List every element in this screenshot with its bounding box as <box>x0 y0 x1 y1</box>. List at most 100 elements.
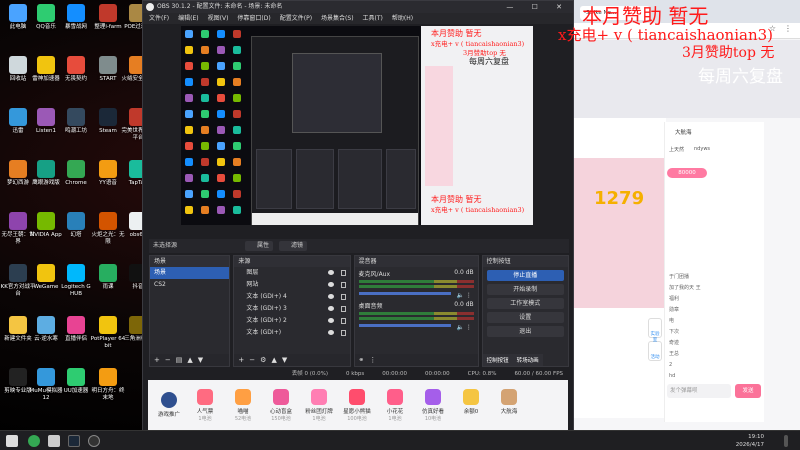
chrome-taskbar-icon[interactable] <box>28 435 40 447</box>
lock-icon[interactable] <box>340 330 346 336</box>
mixer-menu-icon[interactable]: ⋮ <box>369 356 376 364</box>
gift-item[interactable]: 心动盲盒 150电池 <box>266 388 296 422</box>
visibility-icon[interactable] <box>327 318 334 323</box>
speaker-icon[interactable]: 🔈 <box>455 324 463 331</box>
user-name[interactable]: 上天然 <box>669 146 684 153</box>
game-promo[interactable]: 游戏推广 <box>154 392 184 418</box>
send-button[interactable]: 发送 <box>735 384 761 398</box>
controls-tab[interactable]: 转场动画 <box>512 354 543 366</box>
menu-item[interactable]: 场景集合(S) <box>321 13 354 24</box>
add-scene-icon[interactable]: + <box>154 356 160 364</box>
desktop-icon[interactable]: Chrome <box>58 160 94 187</box>
source-item[interactable]: 文本 (GDI+) 4 <box>234 291 349 303</box>
control-button[interactable]: 工作室模式 <box>486 298 564 309</box>
lock-icon[interactable] <box>340 270 346 276</box>
app-taskbar-icon[interactable] <box>48 435 60 447</box>
menu-item[interactable]: 工具(T) <box>363 13 383 24</box>
source-item[interactable]: 网站 <box>234 279 349 291</box>
scene-filter-icon[interactable]: ▤ <box>176 356 183 364</box>
preview-desktop-icon <box>185 78 193 86</box>
browser-menu-icon[interactable]: ⋮ <box>784 24 792 33</box>
obs-taskbar-icon[interactable] <box>88 435 100 447</box>
volume-slider[interactable] <box>358 324 451 327</box>
source-item[interactable]: 图层 <box>234 267 349 279</box>
gift-item[interactable]: 小花花 1电池 <box>380 388 410 422</box>
menu-item[interactable]: 视图(V) <box>208 13 229 24</box>
source-down-icon[interactable]: ▼ <box>282 356 287 364</box>
source-item[interactable]: 文本 (GDI+) 3 <box>234 303 349 315</box>
desktop-icon[interactable]: 无畏契约 <box>58 56 94 83</box>
desktop-icon[interactable]: 幻塔 <box>58 212 94 239</box>
gift-icon <box>273 388 289 405</box>
desktop-icon[interactable]: 暴雪战网 <box>58 4 94 31</box>
menu-item[interactable]: 配置文件(P) <box>280 13 312 24</box>
speaker-icon[interactable]: 🔈 <box>455 292 463 299</box>
volume-slider[interactable] <box>358 292 451 295</box>
gift-item[interactable]: 大航海 <box>494 388 524 422</box>
source-up-icon[interactable]: ▲ <box>271 356 276 364</box>
visibility-icon[interactable] <box>327 306 334 311</box>
gear-icon[interactable]: ⋮ <box>464 324 472 331</box>
start-icon[interactable] <box>6 435 18 447</box>
chat-input[interactable]: 发个弹幕呗 <box>667 384 731 398</box>
remove-source-icon[interactable]: − <box>249 356 255 364</box>
filters-button[interactable]: 滤镜 <box>279 241 308 251</box>
desktop-icon[interactable]: Logitech G HUB <box>58 264 94 298</box>
no-source-label: 未选择源 <box>153 242 178 249</box>
remove-scene-icon[interactable]: − <box>165 356 171 364</box>
desktop-icon[interactable]: 直播伴侣 <box>58 316 94 343</box>
menu-item[interactable]: 文件(F) <box>149 13 169 24</box>
move-up-icon[interactable]: ▲ <box>187 356 192 364</box>
gift-item[interactable]: 粉丝团灯牌 1电池 <box>304 388 334 422</box>
level-meter <box>358 285 474 288</box>
window-controls[interactable]: — ☐ ✕ <box>506 1 570 13</box>
preview-panel-controls <box>386 149 416 209</box>
gift-icon <box>463 388 479 405</box>
mixer-link-icon[interactable]: ⚭ <box>359 356 365 364</box>
menu-item[interactable]: 帮助(H) <box>392 13 413 24</box>
obs-preview[interactable]: 本月赞助 暂无 x充电+ v ( tiancaishaonian3) 3月赞助t… <box>181 26 533 225</box>
control-button[interactable]: 退出 <box>486 326 564 337</box>
add-source-icon[interactable]: + <box>238 356 244 364</box>
gear-icon[interactable]: ⋮ <box>464 292 472 299</box>
source-item[interactable]: 文本 (GDI+) <box>234 327 349 339</box>
side-button[interactable]: 实验室 <box>648 318 662 343</box>
desktop-icon[interactable]: 明日方舟：终末地 <box>90 368 126 402</box>
desktop-icon[interactable]: UU加速器 <box>58 368 94 395</box>
control-button[interactable]: 开始录制 <box>486 284 564 295</box>
preview-giftbar <box>252 213 418 225</box>
visibility-icon[interactable] <box>327 282 334 287</box>
menu-item[interactable]: 停靠窗口(D) <box>237 13 270 24</box>
scene-item[interactable]: 场景 <box>150 267 230 279</box>
desktop-icon[interactable]: 鸣潮工坊 <box>58 108 94 135</box>
side-button[interactable]: 活动 <box>648 341 662 361</box>
gift-item[interactable]: 星愿小熊猫 100电池 <box>342 388 372 422</box>
gift-price: 1电池 <box>388 415 402 422</box>
controls-tab[interactable]: 控制按钮 <box>482 354 513 366</box>
visibility-icon[interactable] <box>327 294 334 299</box>
visibility-icon[interactable] <box>327 270 334 275</box>
steam-taskbar-icon[interactable] <box>68 435 80 447</box>
control-button[interactable]: 停止直播 <box>486 270 564 281</box>
show-desktop-button[interactable] <box>784 435 788 447</box>
gift-item[interactable]: 余额0 <box>456 388 486 422</box>
move-down-icon[interactable]: ▼ <box>198 356 203 364</box>
control-button[interactable]: 设置 <box>486 312 564 323</box>
visibility-icon[interactable] <box>327 330 334 335</box>
properties-button[interactable]: 属性 <box>245 241 274 251</box>
lock-icon[interactable] <box>340 306 346 312</box>
lock-icon[interactable] <box>340 318 346 324</box>
clock[interactable]: 19:10 2026/4/17 <box>736 433 764 449</box>
obs-titlebar[interactable]: OBS 30.1.2 - 配置文件: 未命名 - 场景: 未命名 — ☐ ✕ <box>143 1 573 13</box>
user-name[interactable]: ndyws <box>694 146 710 153</box>
scene-item[interactable]: CS2 <box>150 279 229 291</box>
source-settings-icon[interactable]: ⚙ <box>260 356 266 364</box>
gift-item[interactable]: 人气票 1电池 <box>190 388 220 422</box>
lock-icon[interactable] <box>340 282 346 288</box>
gift-item[interactable]: 喵喵 52电池 <box>228 388 258 422</box>
menu-item[interactable]: 编辑(E) <box>178 13 198 24</box>
source-item[interactable]: 文本 (GDI+) 2 <box>234 315 349 327</box>
gift-name: 人气票 <box>196 408 214 415</box>
gift-item[interactable]: 仿真好看 10电池 <box>418 388 448 422</box>
lock-icon[interactable] <box>340 294 346 300</box>
